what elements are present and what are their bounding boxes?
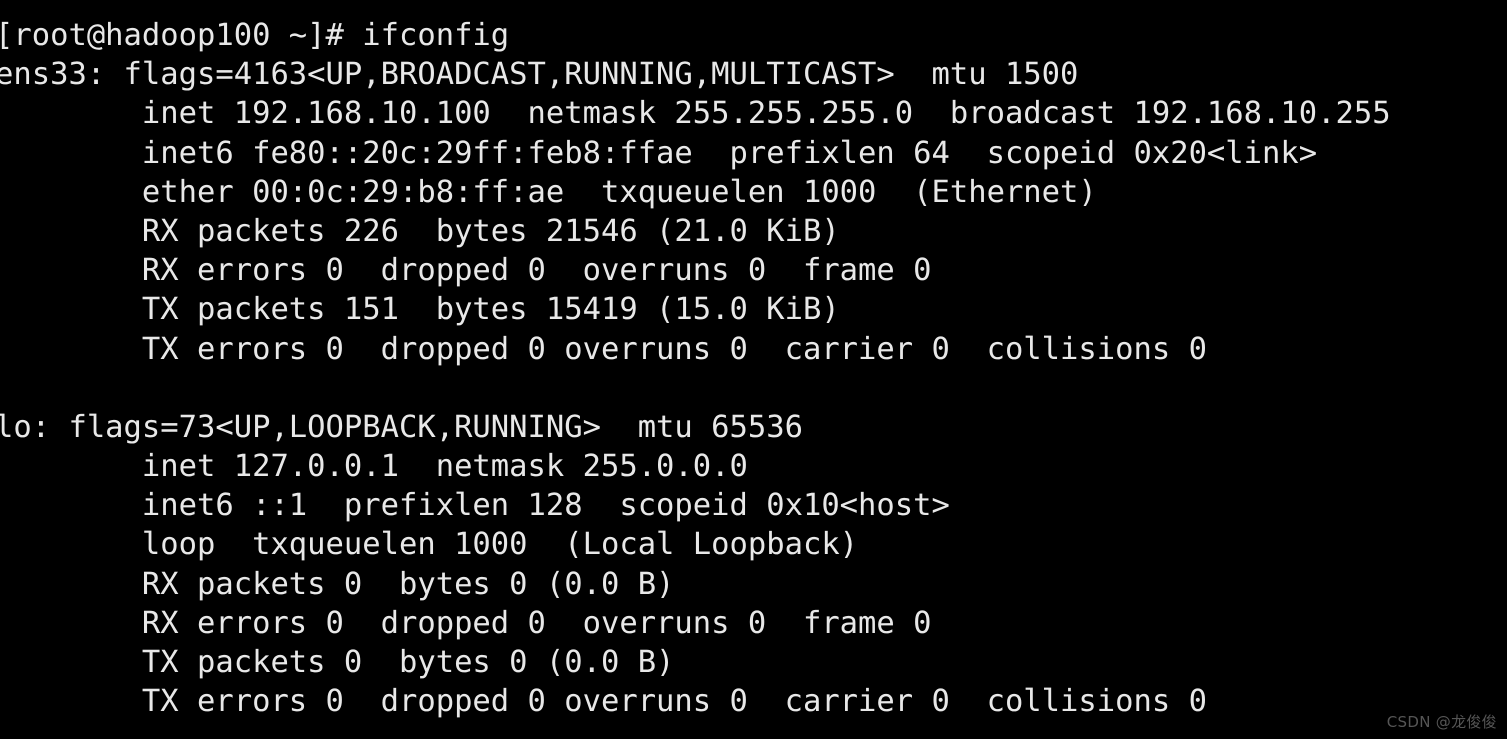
terminal-line: ens33: flags=4163<UP,BROADCAST,RUNNING,M… <box>0 57 1079 93</box>
terminal-line: ether 00:0c:29:b8:ff:ae txqueuelen 1000 … <box>0 174 1097 210</box>
terminal-line: inet 192.168.10.100 netmask 255.255.255.… <box>0 96 1391 132</box>
terminal-line: TX packets 151 bytes 15419 (15.0 KiB) <box>0 292 840 328</box>
terminal-line: TX packets 0 bytes 0 (0.0 B) <box>0 645 675 680</box>
terminal-line: inet6 ::1 prefixlen 128 scopeid 0x10<hos… <box>0 488 950 524</box>
terminal-line: RX packets 0 bytes 0 (0.0 B) <box>0 566 675 602</box>
terminal-line: TX errors 0 dropped 0 overruns 0 carrier… <box>0 684 1207 720</box>
terminal-prompt-line: [root@hadoop100 ~]# ifconfig <box>0 18 510 53</box>
terminal-line: lo: flags=73<UP,LOOPBACK,RUNNING> mtu 65… <box>0 409 803 445</box>
terminal-line: inet6 fe80::20c:29ff:feb8:ffae prefixlen… <box>0 135 1318 171</box>
terminal-line: RX errors 0 dropped 0 overruns 0 frame 0 <box>0 253 932 289</box>
terminal-line: inet 127.0.0.1 netmask 255.0.0.0 <box>0 449 748 485</box>
terminal-line: RX errors 0 dropped 0 overruns 0 frame 0 <box>0 605 932 641</box>
terminal-output[interactable]: [root@hadoop100 ~]# ifconfig ens33: flags… <box>0 16 1507 721</box>
csdn-watermark: CSDN @龙俊俊 <box>1386 713 1497 731</box>
terminal-window[interactable]: [root@hadoop100 ~]# ifconfig ens33: flags… <box>0 0 1507 739</box>
terminal-line: RX packets 226 bytes 21546 (21.0 KiB) <box>0 213 840 249</box>
terminal-line: TX errors 0 dropped 0 overruns 0 carrier… <box>0 331 1207 367</box>
terminal-line: loop txqueuelen 1000 (Local Loopback) <box>0 527 859 563</box>
